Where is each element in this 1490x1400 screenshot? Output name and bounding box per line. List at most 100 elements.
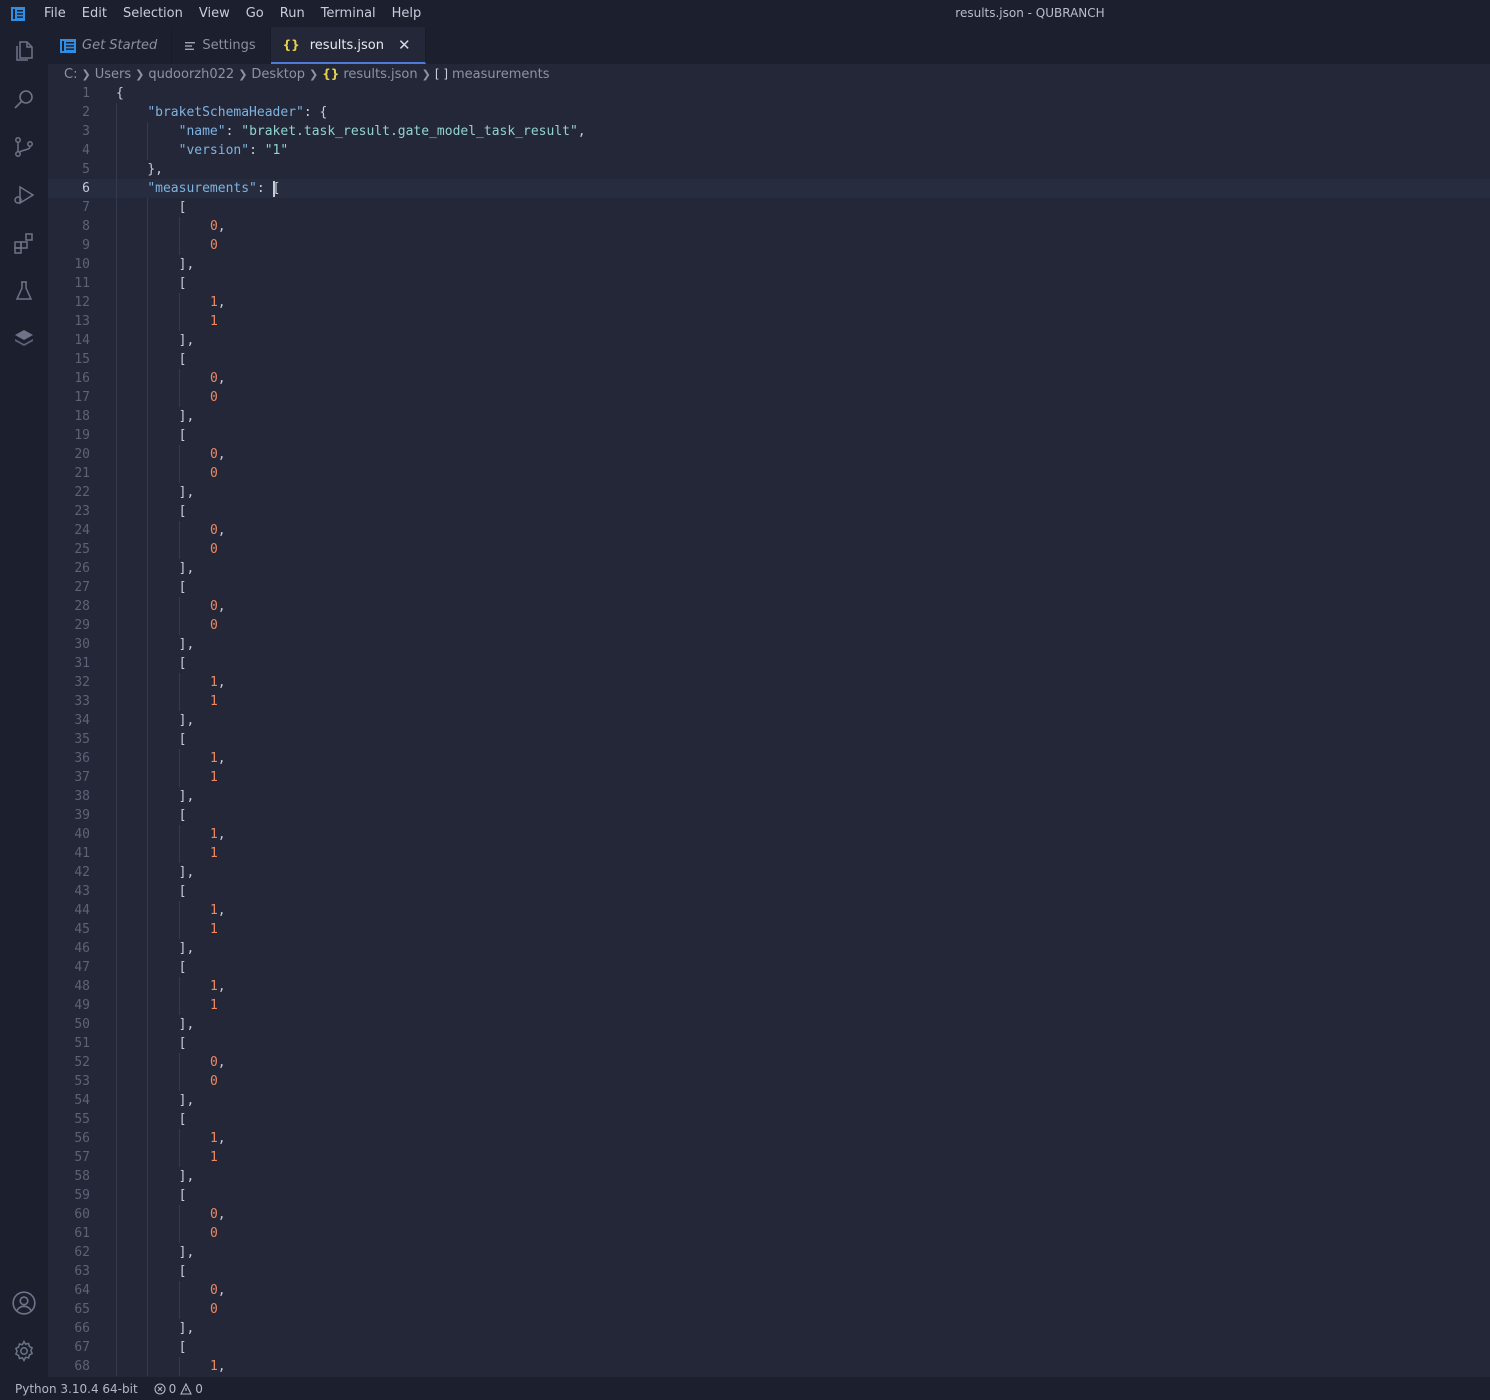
extensions-icon[interactable] (10, 229, 38, 257)
code-line[interactable]: 21 0 (48, 464, 1490, 483)
code-line[interactable]: 38], (48, 787, 1490, 806)
gear-icon[interactable] (10, 1337, 38, 1365)
code-line[interactable]: 52 0, (48, 1053, 1490, 1072)
code-line[interactable]: 58], (48, 1167, 1490, 1186)
code-line[interactable]: 25 0 (48, 540, 1490, 559)
code-line[interactable]: 13 1 (48, 312, 1490, 331)
python-interpreter-status[interactable]: Python 3.10.4 64-bit (0, 1382, 138, 1396)
menu-go[interactable]: Go (238, 0, 272, 27)
code-line[interactable]: 36 1, (48, 749, 1490, 768)
code-line[interactable]: 68 1, (48, 1357, 1490, 1376)
code-line[interactable]: 17 0 (48, 388, 1490, 407)
code-line[interactable]: 6 "measurements": [ (48, 179, 1490, 198)
breadcrumb-users[interactable]: Users (95, 67, 131, 82)
code-line[interactable]: 33 1 (48, 692, 1490, 711)
breadcrumb-symbol[interactable]: measurements (452, 67, 549, 82)
layers-icon[interactable] (10, 325, 38, 353)
code-line[interactable]: 67 [ (48, 1338, 1490, 1357)
menu-view[interactable]: View (191, 0, 238, 27)
explorer-icon[interactable] (10, 37, 38, 65)
menu-terminal[interactable]: Terminal (313, 0, 384, 27)
menu-selection[interactable]: Selection (115, 0, 191, 27)
code-line[interactable]: 61 0 (48, 1224, 1490, 1243)
code-line[interactable]: 27 [ (48, 578, 1490, 597)
code-text: 0 (210, 1072, 218, 1091)
code-line[interactable]: 43 [ (48, 882, 1490, 901)
code-line[interactable]: 22], (48, 483, 1490, 502)
code-line[interactable]: 66], (48, 1319, 1490, 1338)
code-line[interactable]: 55 [ (48, 1110, 1490, 1129)
code-line[interactable]: 90 (48, 236, 1490, 255)
code-line[interactable]: 4 "version": "1" (48, 141, 1490, 160)
code-line[interactable]: 56 1, (48, 1129, 1490, 1148)
code-line[interactable]: 48 1, (48, 977, 1490, 996)
code-line[interactable]: 1{ (48, 84, 1490, 103)
code-line[interactable]: 29 0 (48, 616, 1490, 635)
run-debug-icon[interactable] (10, 181, 38, 209)
code-line[interactable]: 53 0 (48, 1072, 1490, 1091)
code-line[interactable]: 28 0, (48, 597, 1490, 616)
tab-settings[interactable]: Settings (172, 27, 271, 64)
indent-guide (116, 1129, 117, 1148)
tab-results-json[interactable]: {} results.json ✕ (270, 27, 426, 64)
code-line[interactable]: 34], (48, 711, 1490, 730)
code-line[interactable]: 63 [ (48, 1262, 1490, 1281)
code-line[interactable]: 65 0 (48, 1300, 1490, 1319)
breadcrumb-file[interactable]: results.json (343, 67, 417, 82)
code-line[interactable]: 57 1 (48, 1148, 1490, 1167)
code-line[interactable]: 60 0, (48, 1205, 1490, 1224)
code-line[interactable]: 7[ (48, 198, 1490, 217)
code-line[interactable]: 20 0, (48, 445, 1490, 464)
breadcrumb-desktop[interactable]: Desktop (251, 67, 305, 82)
code-line[interactable]: 15 [ (48, 350, 1490, 369)
code-line[interactable]: 49 1 (48, 996, 1490, 1015)
code-line[interactable]: 44 1, (48, 901, 1490, 920)
code-line[interactable]: 19 [ (48, 426, 1490, 445)
code-line[interactable]: 46], (48, 939, 1490, 958)
code-line[interactable]: 35 [ (48, 730, 1490, 749)
code-line[interactable]: 23 [ (48, 502, 1490, 521)
code-line[interactable]: 8 0, (48, 217, 1490, 236)
menu-run[interactable]: Run (272, 0, 313, 27)
code-line[interactable]: 31 [ (48, 654, 1490, 673)
menu-help[interactable]: Help (384, 0, 430, 27)
problems-status[interactable]: 0 0 (154, 1382, 207, 1396)
testing-flask-icon[interactable] (10, 277, 38, 305)
breadcrumb-drive[interactable]: C: (64, 67, 77, 82)
code-line[interactable]: 26], (48, 559, 1490, 578)
code-line[interactable]: 14], (48, 331, 1490, 350)
code-editor[interactable]: 1{2 "braketSchemaHeader": {3 "name": "brak… (48, 84, 1490, 1377)
search-icon[interactable] (10, 85, 38, 113)
code-line[interactable]: 64 0, (48, 1281, 1490, 1300)
code-line[interactable]: 24 0, (48, 521, 1490, 540)
code-line[interactable]: 59 [ (48, 1186, 1490, 1205)
code-line[interactable]: 5}, (48, 160, 1490, 179)
code-line[interactable]: 41 1 (48, 844, 1490, 863)
code-line[interactable]: 32 1, (48, 673, 1490, 692)
breadcrumb-user-folder[interactable]: qudoorzh022 (148, 67, 234, 82)
code-line[interactable]: 30], (48, 635, 1490, 654)
code-line[interactable]: 54], (48, 1091, 1490, 1110)
account-icon[interactable] (10, 1289, 38, 1317)
code-line[interactable]: 3 "name": "braket.task_result.gate_model_… (48, 122, 1490, 141)
code-line[interactable]: 10], (48, 255, 1490, 274)
menu-file[interactable]: File (36, 0, 74, 27)
code-line[interactable]: 47 [ (48, 958, 1490, 977)
code-line[interactable]: 12 1, (48, 293, 1490, 312)
code-line[interactable]: 45 1 (48, 920, 1490, 939)
code-line[interactable]: 50], (48, 1015, 1490, 1034)
source-control-icon[interactable] (10, 133, 38, 161)
code-line[interactable]: 16 0, (48, 369, 1490, 388)
code-line[interactable]: 37 1 (48, 768, 1490, 787)
code-line[interactable]: 51 [ (48, 1034, 1490, 1053)
code-line[interactable]: 40 1, (48, 825, 1490, 844)
code-line[interactable]: 42], (48, 863, 1490, 882)
code-line[interactable]: 18], (48, 407, 1490, 426)
code-line[interactable]: 11 [ (48, 274, 1490, 293)
menu-edit[interactable]: Edit (74, 0, 115, 27)
code-line[interactable]: 39 [ (48, 806, 1490, 825)
code-line[interactable]: 2 "braketSchemaHeader": { (48, 103, 1490, 122)
close-icon[interactable]: ✕ (398, 36, 411, 54)
code-line[interactable]: 62], (48, 1243, 1490, 1262)
tab-get-started[interactable]: Get Started (48, 27, 173, 64)
